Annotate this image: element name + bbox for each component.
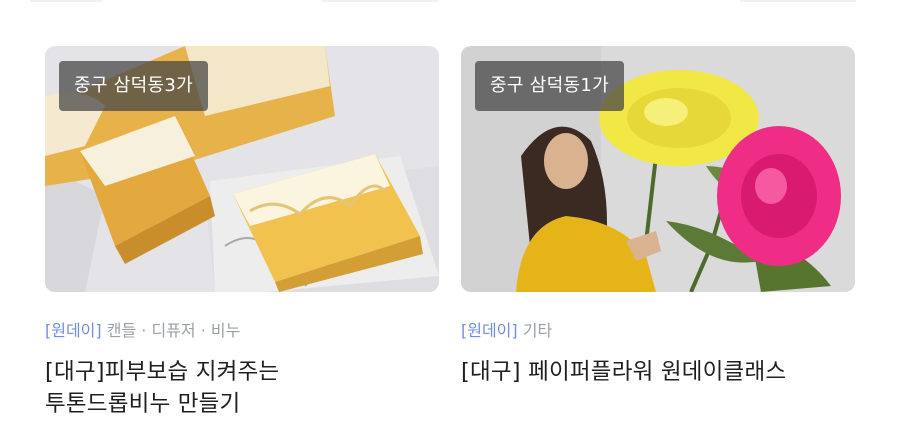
class-thumbnail[interactable]: 중구 삼덕동3가 [45, 46, 439, 292]
top-divider [740, 0, 856, 2]
title-line: [대구] 페이퍼플라워 원데이클래스 [461, 359, 787, 385]
class-title[interactable]: [대구] 페이퍼플라워 원데이클래스 [461, 356, 855, 388]
location-badge: 중구 삼덕동1가 [475, 61, 624, 111]
class-card-paperflower[interactable]: 중구 삼덕동1가 [원데이] 기타 [대구] 페이퍼플라워 원데이클래스 [461, 46, 855, 388]
top-divider [30, 0, 102, 2]
class-type-tag: [원데이] [45, 321, 102, 340]
title-line: [대구]피부보습 지켜주는 [45, 359, 280, 385]
class-type-tag: [원데이] [461, 321, 518, 340]
top-divider [322, 0, 438, 2]
class-thumbnail[interactable]: 중구 삼덕동1가 [461, 46, 855, 292]
category-label: 기타 [522, 321, 553, 340]
category-line: [원데이] 캔들 · 디퓨저 · 비누 [45, 320, 439, 342]
category-line: [원데이] 기타 [461, 320, 855, 342]
class-card-soap[interactable]: 중구 삼덕동3가 [원데이] 캔들 · 디퓨저 · 비누 [대구]피부보습 지켜… [45, 46, 439, 420]
category-label: 캔들 · 디퓨저 · 비누 [106, 321, 241, 340]
location-badge: 중구 삼덕동3가 [59, 61, 208, 111]
title-line: 투톤드롭비누 만들기 [45, 391, 241, 417]
class-title[interactable]: [대구]피부보습 지켜주는 투톤드롭비누 만들기 [45, 356, 439, 420]
